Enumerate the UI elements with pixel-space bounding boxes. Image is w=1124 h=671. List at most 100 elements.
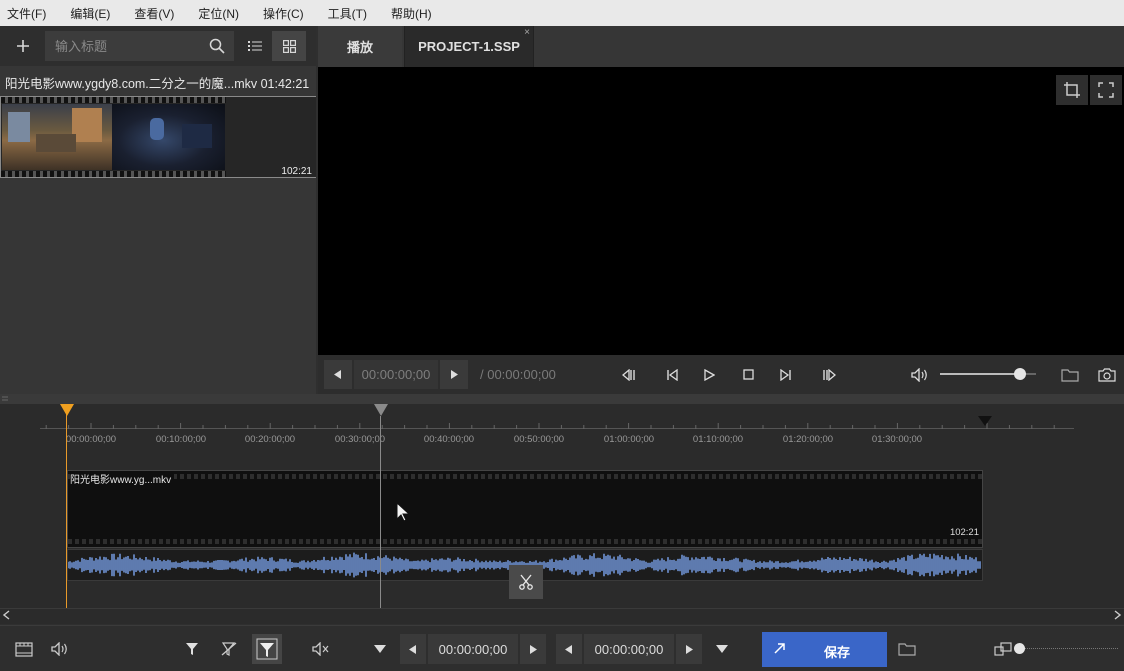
mute-button[interactable] (306, 634, 336, 664)
media-item-thumbnail[interactable]: 102:21 (0, 96, 316, 178)
menu-view[interactable]: 查看(V) (131, 3, 177, 24)
filter-toggle-button[interactable] (252, 634, 282, 664)
film-strip-bottom (1, 171, 226, 177)
snapshot-button[interactable] (1093, 360, 1121, 389)
clear-marks-button[interactable] (214, 634, 244, 664)
video-track-clip[interactable]: 阳光电影www.yg...mkv 102:21 (67, 470, 983, 548)
in-point-marker-icon[interactable] (60, 404, 74, 416)
horizontal-scrollbar[interactable] (0, 608, 1124, 624)
zoom-knob[interactable] (1014, 643, 1025, 654)
out-timecode-prev-button[interactable] (556, 634, 582, 664)
volume-button[interactable] (906, 360, 934, 389)
menu-bar: 文件(F) 编辑(E) 查看(V) 定位(N) 操作(C) 工具(T) 帮助(H… (0, 0, 1124, 26)
tick-label: 01:10:00;00 (692, 434, 744, 445)
close-tab-icon[interactable]: × (524, 27, 530, 38)
grid-view-button[interactable] (272, 31, 306, 61)
step-back-icon (667, 368, 678, 381)
in-timecode-prev-button[interactable] (400, 634, 426, 664)
search-icon (209, 38, 225, 54)
video-preview[interactable] (318, 67, 1124, 355)
previous-frame-button[interactable] (658, 360, 686, 389)
film-strip-bottom (68, 539, 982, 544)
tab-project[interactable]: PROJECT-1.SSP × (404, 26, 534, 67)
menu-file[interactable]: 文件(F) (4, 3, 49, 24)
timeline[interactable]: 00:00:00;00 00:10:00;00 00:20:00;00 00:3… (0, 404, 1124, 608)
panel-splitter[interactable] (0, 394, 1124, 404)
player-controls: 00:00:00;00 / 00:00:00;00 (318, 355, 1124, 394)
save-button[interactable]: 保存 (762, 632, 887, 667)
search-input[interactable] (45, 31, 200, 61)
video-track-toggle-button[interactable] (9, 634, 39, 664)
time-ruler[interactable]: 00:00:00;00 00:10:00;00 00:20:00;00 00:3… (0, 404, 1124, 445)
volume-slider[interactable] (940, 368, 1036, 380)
list-view-button[interactable] (238, 31, 272, 61)
clip-name: 阳光电影www.yg...mkv (70, 471, 175, 486)
volume-knob[interactable] (1013, 368, 1026, 380)
triangle-left-icon (334, 370, 341, 379)
stop-button[interactable] (734, 360, 762, 389)
output-folder-button[interactable] (892, 634, 922, 664)
thumbnail-duration: 102:21 (281, 166, 312, 177)
menu-navigate[interactable]: 定位(N) (195, 3, 242, 24)
search-button[interactable] (200, 31, 234, 61)
camera-icon (1098, 367, 1116, 382)
crop-button[interactable] (1056, 75, 1088, 105)
tick-label: 00:00:00;00 (65, 434, 117, 445)
fullscreen-icon (1098, 82, 1114, 98)
audio-track-toggle-button[interactable] (45, 634, 75, 664)
menu-tools[interactable]: 工具(T) (325, 3, 370, 24)
funnel-box-icon (256, 638, 278, 660)
in-timecode[interactable]: 00:00:00;00 (428, 634, 518, 664)
split-clip-button[interactable] (509, 565, 543, 599)
tab-project-label: PROJECT-1.SSP (418, 39, 520, 54)
player-panel: 播放 PROJECT-1.SSP × 00:00:00;00 / 00:00:0… (318, 26, 1124, 394)
out-timecode-next-button[interactable] (676, 634, 702, 664)
playhead-marker-icon[interactable] (374, 404, 388, 416)
fullscreen-button[interactable] (1090, 75, 1122, 105)
stop-icon (742, 369, 754, 380)
funnel-slash-icon (221, 642, 237, 656)
media-item-title: 阳光电影www.ygdy8.com.二分之一的魔...mkv 01:42:21 (5, 77, 310, 91)
go-to-start-button[interactable] (615, 360, 643, 389)
thumbnail-frame (112, 104, 225, 170)
marker-dropdown-button[interactable] (365, 634, 395, 664)
film-icon (15, 641, 33, 657)
tick-label: 00:50:00;00 (513, 434, 565, 445)
open-folder-button[interactable] (1056, 360, 1084, 389)
menu-operate[interactable]: 操作(C) (260, 3, 307, 24)
folder-icon (1061, 368, 1079, 382)
speaker-icon (51, 642, 67, 656)
volume-fill (940, 373, 1020, 375)
range-dropdown-button[interactable] (707, 634, 737, 664)
speaker-icon (911, 367, 927, 382)
thumbnail-frame (2, 104, 112, 170)
next-frame-button[interactable] (772, 360, 800, 389)
scissors-icon (519, 574, 533, 590)
scroll-right-icon[interactable] (1114, 610, 1122, 623)
add-media-button[interactable] (6, 31, 40, 61)
play-button[interactable] (695, 360, 723, 389)
menu-help[interactable]: 帮助(H) (388, 3, 435, 24)
tick-label: 01:30:00;00 (871, 434, 923, 445)
tab-play[interactable]: 播放 (318, 26, 402, 67)
scroll-left-icon[interactable] (2, 610, 10, 623)
in-timecode-next-button[interactable] (520, 634, 546, 664)
clip-duration: 102:21 (949, 527, 979, 538)
timecode-next-button[interactable] (440, 360, 468, 389)
tick-label: 00:40:00;00 (423, 434, 475, 445)
go-to-end-button[interactable] (815, 360, 843, 389)
export-icon (774, 643, 785, 654)
timeline-zoom-slider[interactable] (1020, 648, 1118, 649)
set-in-point-button[interactable] (177, 634, 207, 664)
out-point-marker-icon[interactable] (978, 416, 992, 426)
menu-edit[interactable]: 编辑(E) (67, 3, 113, 24)
player-tabs: 播放 PROJECT-1.SSP × (318, 26, 1124, 67)
chevron-down-icon (716, 645, 728, 653)
timecode-prev-button[interactable] (324, 360, 352, 389)
grid-icon (282, 39, 296, 53)
out-timecode[interactable]: 00:00:00;00 (584, 634, 674, 664)
total-timecode: / 00:00:00;00 (480, 367, 556, 382)
list-icon (248, 41, 262, 51)
crop-icon (1064, 82, 1080, 98)
current-timecode[interactable]: 00:00:00;00 (354, 360, 438, 389)
